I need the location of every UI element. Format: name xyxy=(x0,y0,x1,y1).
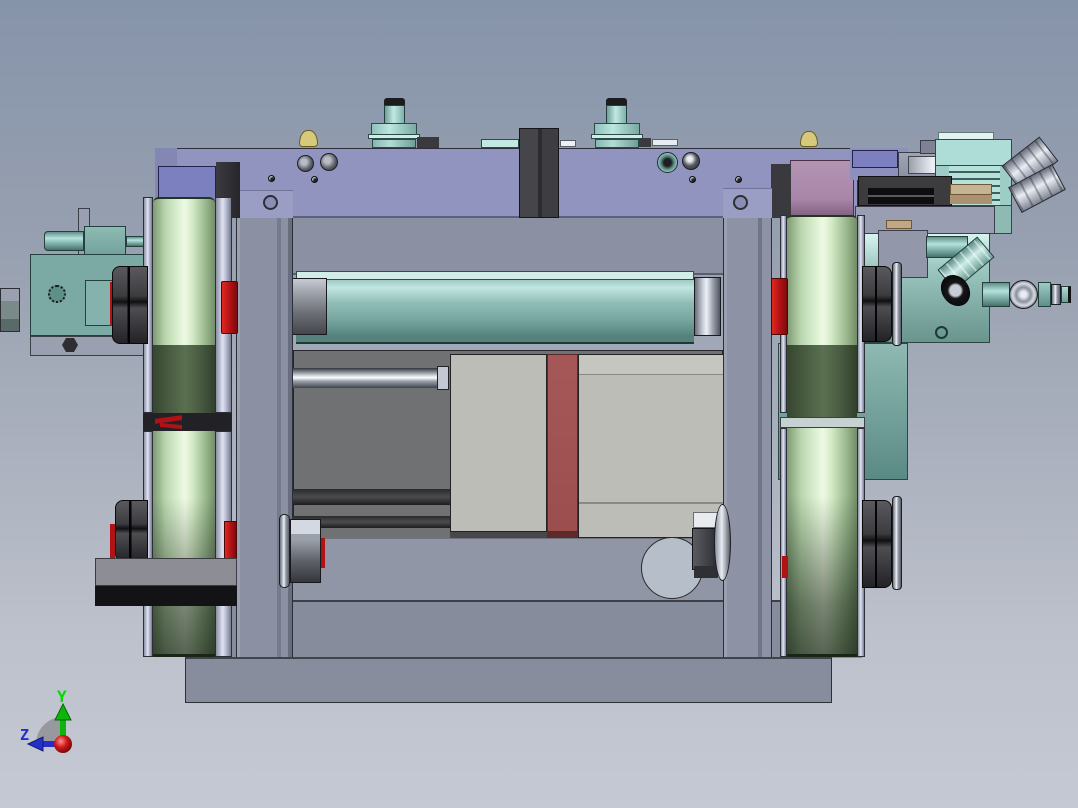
bearing-hub[interactable] xyxy=(115,500,148,562)
stud-hex-lower[interactable] xyxy=(372,139,416,148)
mid-beam[interactable] xyxy=(240,215,756,275)
cad-viewport[interactable]: Y Z xyxy=(0,0,1078,808)
slider-seam xyxy=(579,502,723,504)
socket-screw-teal-ring[interactable] xyxy=(657,152,678,173)
dowel-hole xyxy=(689,176,696,183)
frame-column-right[interactable] xyxy=(723,160,772,663)
roller-highlight xyxy=(296,271,694,280)
yellow-plug xyxy=(299,130,318,147)
stud-hex-lower[interactable] xyxy=(595,139,639,148)
bearing-hub[interactable] xyxy=(862,266,892,342)
bracket-bar-dark xyxy=(95,586,237,606)
stud-cylinder[interactable] xyxy=(606,105,627,125)
roller-tube[interactable] xyxy=(296,280,694,335)
red-sliver xyxy=(321,538,325,568)
clamp-tab xyxy=(417,137,439,148)
slider-body-right[interactable] xyxy=(578,354,724,538)
bearing-chrome-ring xyxy=(892,262,902,346)
tan-spacer-dark xyxy=(950,195,992,204)
shaft-hex-nut[interactable] xyxy=(290,519,321,583)
dowel-hole xyxy=(311,176,318,183)
dark-notch-right xyxy=(771,164,791,218)
socket-screw[interactable] xyxy=(320,153,338,171)
base-plate[interactable] xyxy=(185,657,832,703)
wheel-lower-left[interactable] xyxy=(153,431,215,657)
left-plate-hole xyxy=(48,285,66,303)
blue-block-right[interactable] xyxy=(852,150,898,168)
left-actuator-cylinder[interactable] xyxy=(44,231,84,251)
wheel-lower-right[interactable] xyxy=(787,428,857,657)
shaft-washer-ring xyxy=(714,504,731,581)
straight-fitting-tip xyxy=(1061,286,1071,303)
red-hub[interactable] xyxy=(771,278,788,335)
teal-shim-strip xyxy=(481,139,519,148)
wheel-upper-right-shadow xyxy=(787,345,857,417)
straight-fitting-rings xyxy=(1051,284,1061,305)
red-sliver xyxy=(782,556,788,578)
z-axis-label: Z xyxy=(20,726,29,744)
bearing-chrome-ring xyxy=(892,496,902,590)
tan-tab xyxy=(886,220,912,229)
shaft-washer xyxy=(279,514,290,588)
bearing-hub[interactable] xyxy=(112,266,148,344)
mauve-block[interactable] xyxy=(790,160,854,218)
right-plate-hole xyxy=(935,326,948,339)
wheel-rim xyxy=(780,428,787,657)
roller-bottom-edge xyxy=(296,335,694,344)
slider-stripe[interactable] xyxy=(547,354,578,532)
straight-fitting-knurl xyxy=(1009,280,1038,309)
orientation-triad: Y Z xyxy=(20,687,72,753)
wheel-upper-right[interactable] xyxy=(787,215,857,345)
yellow-plug xyxy=(800,131,818,147)
clamp-tab xyxy=(639,138,651,147)
red-hub[interactable] xyxy=(221,281,238,334)
guide-rod-cap xyxy=(437,366,449,390)
bracket-bar[interactable] xyxy=(95,558,237,586)
roller-collar-right[interactable] xyxy=(694,277,721,336)
dowel-hole xyxy=(268,175,275,182)
shaft-hex-base xyxy=(694,566,718,578)
dowel-hole xyxy=(735,176,742,183)
stud-cylinder[interactable] xyxy=(384,105,405,125)
x-axis-sphere xyxy=(54,735,72,753)
guide-rod[interactable] xyxy=(293,368,440,388)
y-axis-label: Y xyxy=(57,687,67,706)
tan-spacer xyxy=(950,184,992,195)
connector-groove-line xyxy=(868,195,934,197)
bearing-hub[interactable] xyxy=(862,500,892,588)
step-hole-right xyxy=(733,195,748,210)
left-actuator-rod xyxy=(126,236,144,247)
straight-fitting-body[interactable] xyxy=(982,282,1010,307)
white-shim-strip xyxy=(560,140,576,147)
socket-screw[interactable] xyxy=(682,152,700,170)
center-clamp-block[interactable] xyxy=(519,128,559,218)
wheel-upper-left[interactable] xyxy=(153,197,215,345)
roller-hex-collar-left[interactable] xyxy=(292,278,327,335)
far-left-stack xyxy=(0,288,20,332)
wheel-gap-band-right xyxy=(780,417,865,428)
left-inner-box xyxy=(85,280,113,326)
straight-fitting-hex xyxy=(1038,282,1051,307)
socket-screw[interactable] xyxy=(297,155,314,172)
slider-top-step xyxy=(579,355,723,375)
panel-groove xyxy=(293,489,451,505)
slider-body-left[interactable] xyxy=(450,354,547,532)
air-cylinder-head[interactable] xyxy=(935,139,1012,166)
white-shim-strip xyxy=(652,139,678,146)
step-hole-left xyxy=(263,195,278,210)
z-axis-arrowhead xyxy=(26,736,44,752)
wheel-upper-left-shadow xyxy=(153,345,215,413)
y-axis-arrowhead xyxy=(54,702,72,721)
